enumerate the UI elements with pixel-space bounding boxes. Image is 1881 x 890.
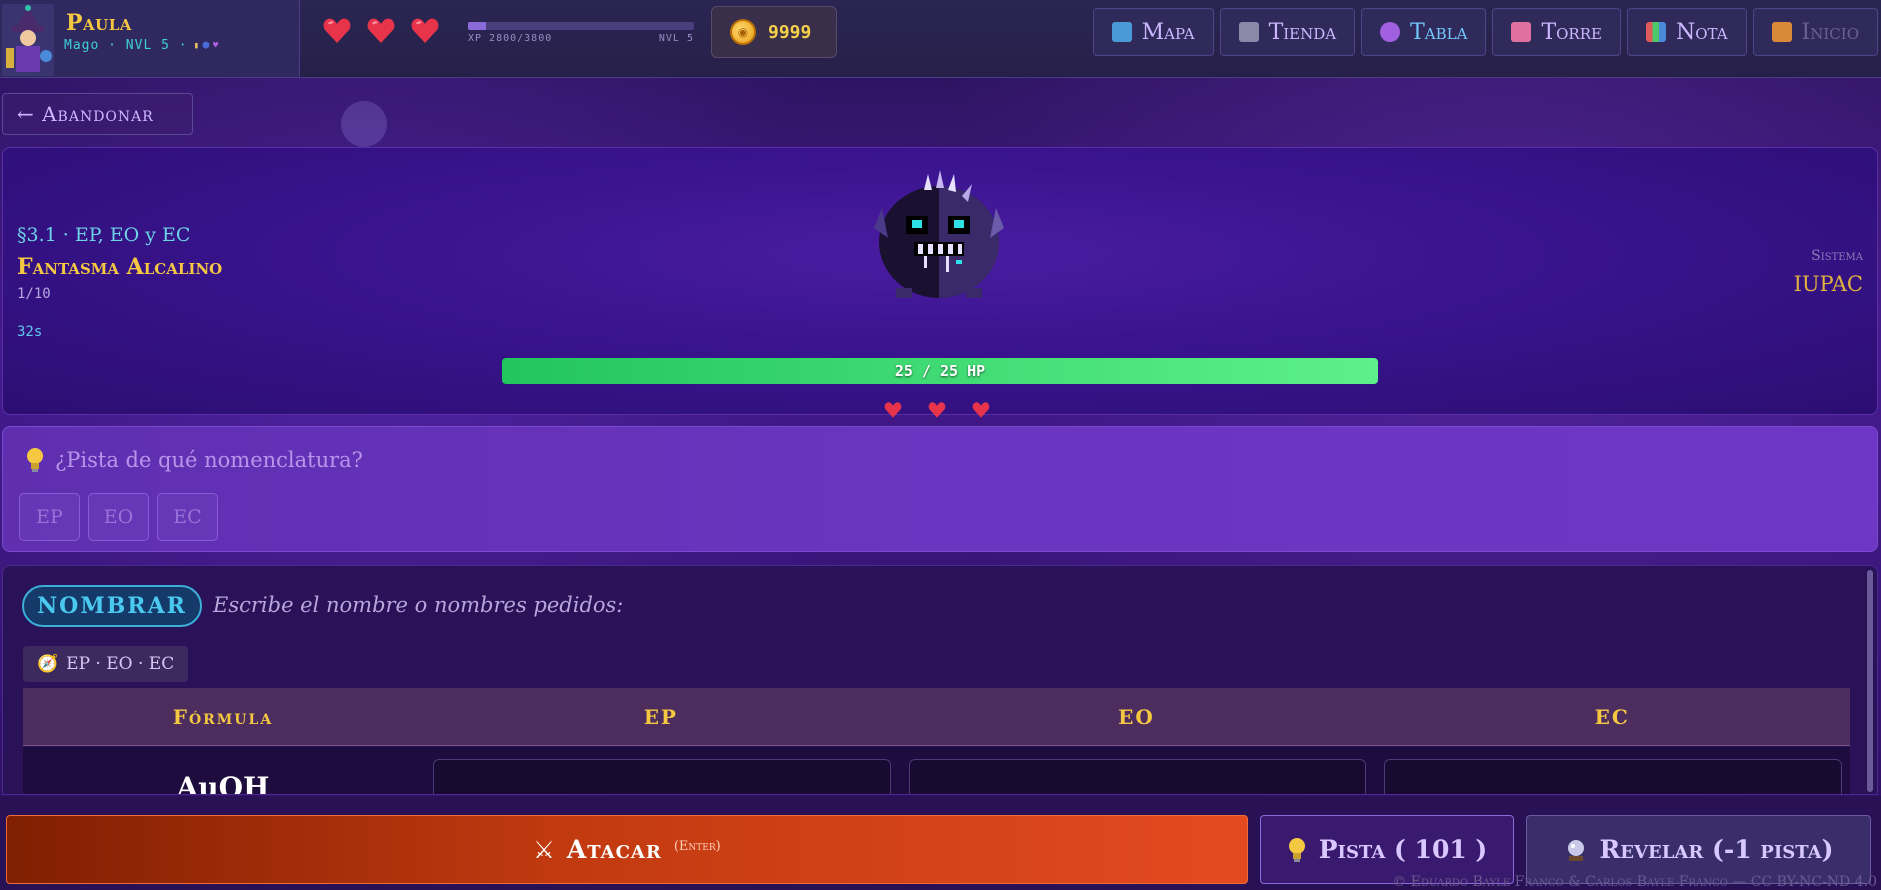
chip-label: EP · EO · EC	[66, 654, 175, 674]
hint-button-label: Pista ( 101 )	[1318, 835, 1488, 864]
column-header: EC	[1594, 704, 1630, 729]
timer: 32s	[17, 324, 43, 340]
main-nav: Mapa Tienda Tabla Torre Nota Inicio	[1092, 8, 1878, 56]
column-header: EP	[643, 704, 678, 729]
lightbulb-icon	[1288, 837, 1305, 862]
player-name: Paula	[66, 10, 132, 36]
nav-label: Inicio	[1801, 19, 1859, 45]
hint-question-text: ¿Pista de qué nomenclatura?	[55, 448, 363, 472]
coin-counter: ◉ 9999	[711, 6, 837, 58]
nav-label: Mapa	[1141, 19, 1195, 45]
formula-cell: AuOH	[176, 771, 270, 795]
hint-option-ec[interactable]: EC	[157, 493, 218, 541]
shop-icon	[1238, 22, 1259, 42]
home-icon	[1771, 22, 1792, 42]
scrollbar[interactable]	[1867, 570, 1873, 792]
ghost-monster-sprite	[874, 170, 1004, 298]
footer-credits: © Eduardo Bayle Franco & Carlos Bayle Fr…	[1392, 874, 1877, 890]
heart-icon	[367, 18, 395, 43]
nav-label: Torre	[1541, 19, 1602, 45]
nomenclature-chip: 🧭 EP · EO · EC	[23, 646, 189, 682]
question-counter: 1/10	[17, 286, 51, 302]
monster-hearts	[880, 401, 994, 419]
gem-icon: ♥	[212, 40, 220, 51]
monster-hp-bar: 25 / 25 HP	[502, 358, 1378, 384]
monster-name: Fantasma Alcalino	[17, 254, 223, 280]
hp-text: 25 / 25 HP	[894, 362, 986, 380]
atom-icon	[1380, 22, 1401, 42]
nav-label: Nota	[1675, 19, 1728, 45]
lightbulb-icon	[27, 448, 43, 472]
abandon-button[interactable]: ← Abandonar	[2, 93, 193, 135]
heart-icon	[884, 402, 902, 418]
coin-amount: 9999	[768, 21, 812, 43]
xp-bar-fill	[468, 22, 487, 30]
player-profile: Paula Mago · NVL 5 · ▮ ⬢ ♥	[0, 0, 300, 77]
xp-bar	[468, 22, 694, 30]
coin-icon: ◉	[730, 19, 756, 45]
heart-icon	[928, 402, 946, 418]
nav-tienda[interactable]: Tienda	[1219, 8, 1356, 56]
ep-input[interactable]	[433, 759, 891, 794]
question-panel: NOMBRAR Escribe el nombre o nombres pedi…	[2, 565, 1878, 795]
table-header: Fórmula EP EO EC	[23, 688, 1850, 746]
nav-torre[interactable]: Torre	[1492, 8, 1621, 56]
floating-bubble	[341, 101, 387, 147]
system-label: Sistema	[1811, 248, 1863, 264]
castle-icon	[1511, 22, 1532, 42]
nav-label: Tienda	[1268, 19, 1337, 45]
hint-option-eo[interactable]: EO	[88, 493, 149, 541]
nav-mapa[interactable]: Mapa	[1092, 8, 1214, 56]
heart-icon	[972, 402, 990, 418]
player-class-level: Mago · NVL 5 · ▮ ⬢ ♥	[64, 38, 219, 53]
compass-icon: 🧭	[37, 654, 59, 674]
hint-question: ¿Pista de qué nomenclatura?	[25, 447, 363, 473]
system-value: IUPAC	[1793, 272, 1863, 296]
attack-label: Atacar	[566, 835, 662, 864]
top-bar: Paula Mago · NVL 5 · ▮ ⬢ ♥ XP 2800/3800 …	[0, 0, 1881, 78]
column-header: EO	[1118, 704, 1155, 729]
column-header: Fórmula	[172, 704, 274, 729]
xp-progress: XP 2800/3800 NVL 5	[468, 22, 694, 44]
chart-icon	[1645, 22, 1666, 42]
hint-option-ep[interactable]: EP	[19, 493, 80, 541]
scroll-icon: ▮	[193, 40, 200, 51]
action-bar: ⚔ Atacar (Enter) Pista ( 101 ) Revelar (…	[0, 796, 1881, 890]
nav-nota[interactable]: Nota	[1626, 8, 1747, 56]
task-badge: NOMBRAR	[22, 585, 202, 627]
section-label: §3.1 · EP, EO y EC	[17, 224, 191, 246]
shield-icon: ⬢	[202, 40, 211, 51]
ec-input[interactable]	[1384, 759, 1843, 794]
instruction-text: Escribe el nombre o nombres pedidos:	[213, 593, 624, 617]
wizard-avatar	[2, 4, 54, 76]
crystal-ball-icon	[1567, 839, 1584, 861]
nav-label: Tabla	[1410, 19, 1468, 45]
map-icon	[1111, 22, 1132, 42]
level-text: NVL 5	[658, 33, 694, 44]
attack-shortcut: (Enter)	[673, 839, 721, 854]
reveal-button-label: Revelar (-1 pista)	[1599, 835, 1834, 864]
player-hearts	[322, 16, 440, 46]
hint-panel: ¿Pista de qué nomenclatura? EP EO EC	[2, 426, 1878, 552]
swords-icon: ⚔	[533, 835, 555, 864]
hint-options: EP EO EC	[19, 493, 218, 541]
eo-input[interactable]	[908, 759, 1367, 794]
inventory-icons: ▮ ⬢ ♥	[194, 41, 220, 51]
table-row: AuOH	[23, 747, 1850, 795]
heart-icon	[323, 18, 351, 43]
nav-tabla[interactable]: Tabla	[1361, 8, 1487, 56]
xp-text: XP 2800/3800	[468, 33, 553, 44]
nav-inicio[interactable]: Inicio	[1752, 8, 1878, 56]
player-subtitle: Mago · NVL 5 ·	[64, 38, 188, 53]
attack-button[interactable]: ⚔ Atacar (Enter)	[6, 815, 1248, 884]
battle-panel: §3.1 · EP, EO y EC Fantasma Alcalino 1/1…	[2, 147, 1878, 418]
heart-icon	[411, 18, 439, 43]
